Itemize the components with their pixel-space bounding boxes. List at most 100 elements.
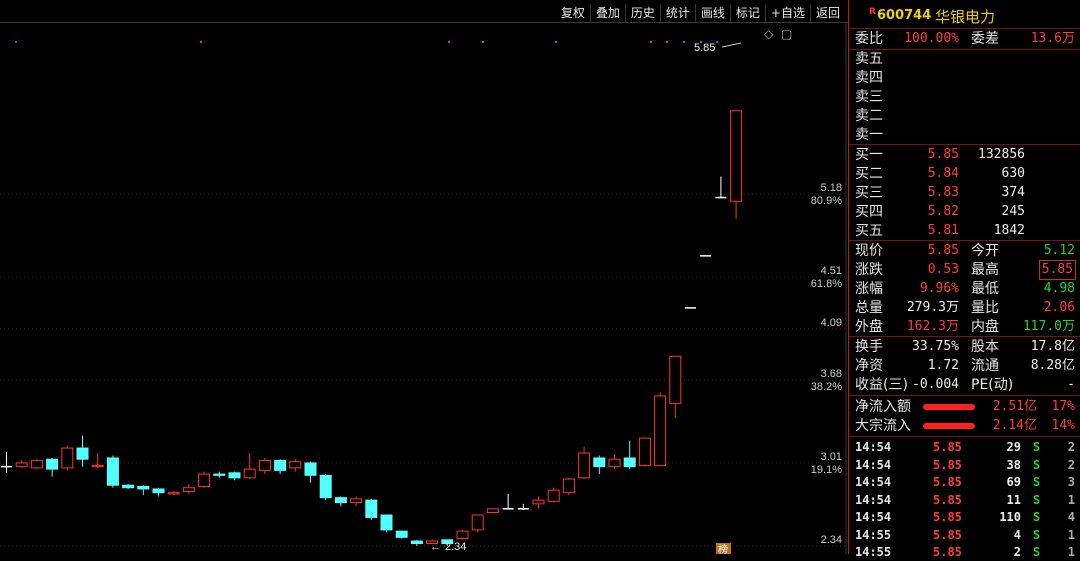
candle-body <box>654 395 667 466</box>
marker-dot <box>650 41 652 43</box>
wei-bi-value: 100.00% <box>904 31 959 46</box>
tick-side: S <box>1033 475 1041 489</box>
fundamental-label: 净资 <box>855 358 883 374</box>
toolbar-button[interactable]: 历史 <box>624 4 660 22</box>
candle-body <box>274 459 287 471</box>
toolbar-button[interactable]: 标记 <box>729 4 765 22</box>
bid-label: 买二 <box>855 166 883 182</box>
tick-row: 14:54 5.85 110 S 4 <box>849 509 1080 526</box>
tick-volume: 11 <box>1006 492 1021 507</box>
fib-pct-label: 80.9% <box>811 195 842 207</box>
candle-body <box>638 437 651 466</box>
toolbar-button[interactable]: +自选 <box>764 4 810 22</box>
tick-row: 14:55 5.85 4 S 1 <box>849 527 1080 544</box>
tick-side: S <box>1033 492 1041 507</box>
toolbar-button[interactable]: 返回 <box>809 4 845 22</box>
tick-price: 5.85 <box>933 440 962 454</box>
marker-dot <box>482 41 484 43</box>
flow-label: 大宗流入 <box>855 418 911 434</box>
quote-label: 今开 <box>971 243 999 259</box>
quote-label: 总量 <box>855 300 883 316</box>
candle-body <box>289 461 302 469</box>
ask-label: 卖二 <box>855 108 883 124</box>
bid-volume: 132856 <box>978 147 1025 162</box>
marker-dot <box>448 41 450 43</box>
quote-label: 外盘 <box>855 319 883 335</box>
fundamental-row: 换手 33.75% 股本 17.8亿 <box>849 338 1080 356</box>
toolbar-button[interactable]: 统计 <box>659 4 695 22</box>
candle-body <box>669 355 682 404</box>
candle-body <box>213 473 226 476</box>
tick-volume: 29 <box>1006 440 1021 454</box>
bid-volume: 245 <box>1001 204 1025 219</box>
fundamental-label: 股本 <box>971 339 999 355</box>
candle-body <box>380 514 393 531</box>
candle-body <box>547 489 560 502</box>
flow-bar <box>923 423 975 429</box>
divider <box>849 144 1080 145</box>
toolbar-button[interactable]: 画线 <box>694 4 730 22</box>
candle-body <box>137 485 150 490</box>
tick-time: 14:55 <box>855 527 892 542</box>
candle-body <box>334 497 347 504</box>
wei-bi-label: 委比 <box>855 31 883 47</box>
marker-dot <box>200 41 202 43</box>
margin-tag: R <box>869 7 876 17</box>
price-axis-label: 3.68 <box>821 368 842 380</box>
fib-pct-label: 19.1% <box>811 464 842 476</box>
quote-label: 最低 <box>971 281 999 297</box>
bid-row: 买五 5.81 1842 <box>849 222 1080 240</box>
candlestick-chart[interactable]: 5.1880.9% 4.5161.8% 4.09 3.6838.2% 3.0119.1%… <box>0 0 848 554</box>
price-axis-label: 5.18 <box>821 182 842 194</box>
fundamental-label: 换手 <box>855 339 883 355</box>
marker-dot <box>666 41 668 43</box>
candle-body <box>365 499 378 518</box>
tick-price: 5.85 <box>933 457 962 472</box>
stock-header: R 600744 华银电力 <box>849 0 1080 28</box>
candle-body <box>578 452 591 479</box>
candle-body <box>608 458 621 468</box>
candle-body <box>258 459 271 471</box>
tick-count: 3 <box>1067 475 1075 489</box>
stock-code[interactable]: 600744 <box>877 8 931 23</box>
candle-body <box>410 540 423 545</box>
tick-count: 1 <box>1067 527 1075 542</box>
quote-value: 117.0万 <box>1022 319 1075 334</box>
rank-badge-label: 榜 <box>718 543 728 554</box>
divider <box>849 395 1080 396</box>
tick-volume: 2 <box>1013 545 1021 559</box>
quote-label: 量比 <box>971 300 999 316</box>
bid-price: 5.81 <box>927 223 959 238</box>
quote-value: 0.53 <box>927 262 959 277</box>
ask-row: 卖三 <box>849 88 1080 106</box>
ask-label: 卖一 <box>855 127 883 143</box>
bid-price: 5.83 <box>927 185 959 200</box>
ask-row: 卖二 <box>849 107 1080 125</box>
flow-amount: 2.51亿 <box>992 399 1037 414</box>
marker-dot <box>15 41 17 43</box>
wei-cha-label: 委差 <box>971 31 999 47</box>
candle-body <box>350 498 363 504</box>
quote-row: 现价 5.85 今开 5.12 <box>849 242 1080 260</box>
tick-price: 5.85 <box>933 492 962 507</box>
quote-value: 2.06 <box>1043 300 1075 315</box>
candle-body <box>456 530 469 540</box>
flow-row: 大宗流入 2.14亿 14% <box>849 417 1080 435</box>
toolbar-button[interactable]: 叠加 <box>589 4 625 22</box>
toolbar-button[interactable]: 复权 <box>556 4 590 22</box>
bid-row: 买一 5.85 132856 <box>849 146 1080 164</box>
quote-value: 162.3万 <box>906 319 959 334</box>
candle-body <box>730 110 743 202</box>
bid-row: 买三 5.83 374 <box>849 184 1080 202</box>
high-arrow <box>721 42 742 48</box>
fundamental-value: - <box>1067 377 1075 392</box>
candle-body <box>243 468 256 479</box>
stock-name[interactable]: 华银电力 <box>935 6 995 27</box>
divider <box>849 28 1080 29</box>
fundamental-row: 净资 1.72 流通 8.28亿 <box>849 357 1080 375</box>
fundamental-value: 8.28亿 <box>1030 358 1075 373</box>
window-icon[interactable]: ▢ <box>781 27 792 41</box>
quote-label: 现价 <box>855 243 883 259</box>
diamond-icon[interactable]: ◇ <box>764 27 774 41</box>
tick-row: 14:54 5.85 69 S 3 <box>849 474 1080 491</box>
